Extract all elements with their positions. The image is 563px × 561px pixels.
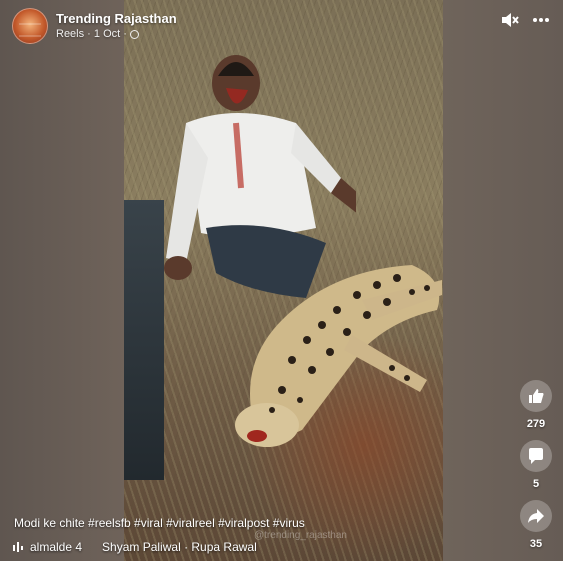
globe-icon: [129, 29, 139, 39]
comment-count: 5: [532, 478, 540, 490]
comment-bubble-icon: [529, 448, 543, 464]
page-avatar[interactable]: [12, 8, 48, 44]
reel-video[interactable]: @trending_rajasthan: [124, 0, 443, 561]
blurred-backdrop-left: [0, 0, 125, 561]
top-actions: [501, 12, 549, 28]
reel-viewer: @trending_rajasthan Trending Rajasthan R…: [0, 0, 563, 561]
more-options-icon[interactable]: [533, 12, 549, 28]
header-text: Trending Rajasthan Reels · 1 Oct ·: [56, 11, 177, 41]
page-name-link[interactable]: Trending Rajasthan: [56, 11, 177, 27]
share-arrow-icon: [528, 509, 544, 523]
post-meta-text: Reels · 1 Oct ·: [56, 28, 127, 40]
audio-track[interactable]: almalde 4 Shyam Paliwal · Rupa Rawal: [12, 540, 257, 554]
comment-button[interactable]: [520, 440, 552, 472]
audio-track-right: Shyam Paliwal · Rupa Rawal: [102, 540, 257, 554]
post-meta: Reels · 1 Oct ·: [56, 27, 177, 41]
reel-header: Trending Rajasthan Reels · 1 Oct ·: [12, 8, 177, 44]
side-action-bar: 279 5 35: [519, 380, 553, 560]
video-watermark: @trending_rajasthan: [254, 530, 347, 541]
share-button[interactable]: [520, 500, 552, 532]
share-count: 35: [529, 538, 543, 550]
leopard-figure: [235, 265, 442, 447]
audio-track-left: almalde 4: [30, 540, 83, 554]
speaker-muted-icon[interactable]: [501, 12, 519, 28]
like-count: 279: [526, 418, 546, 430]
reel-caption[interactable]: Modi ke chite #reelsfb #viral #viralreel…: [14, 516, 305, 530]
audio-bars-icon: [13, 542, 23, 552]
like-button[interactable]: [520, 380, 552, 412]
thumbs-up-icon: [529, 389, 544, 403]
